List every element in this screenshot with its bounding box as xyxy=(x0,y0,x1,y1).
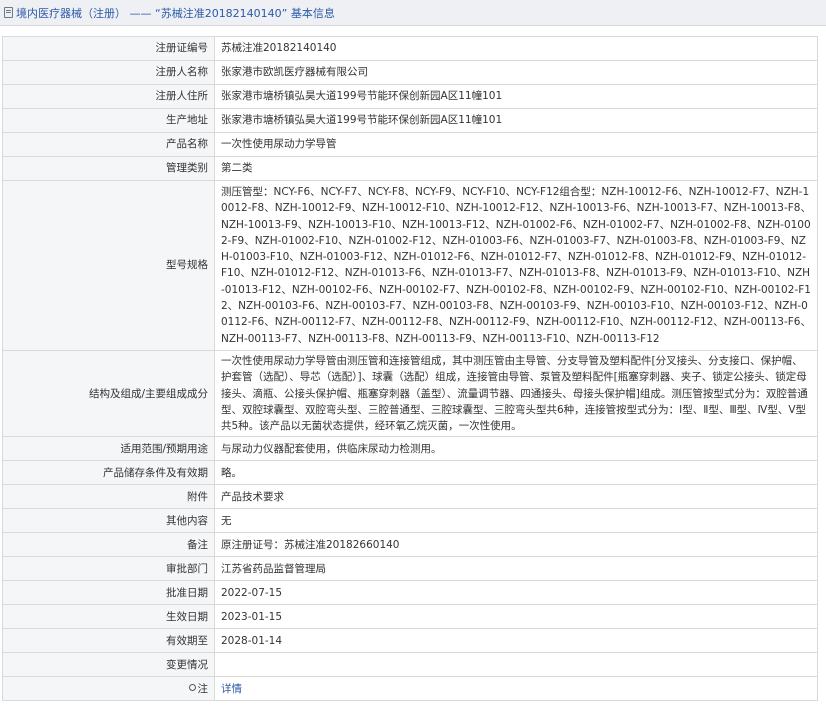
info-table: 注册证编号 苏械注准20182140140 注册人名称 张家港市欧凯医疗器械有限… xyxy=(2,36,818,702)
row-label: 附件 xyxy=(2,484,215,510)
row-label: 生产地址 xyxy=(2,108,215,133)
footer-row: 注 详情 xyxy=(2,676,818,702)
row-value: 产品技术要求 xyxy=(214,484,818,510)
table-row: 结构及组成/主要组成成分 一次性使用尿动力学导管由测压管和连接管组成，其中测压管… xyxy=(2,349,818,438)
table-row: 审批部门 江苏省药品监督管理局 xyxy=(2,556,818,582)
table-row: 注册人住所 张家港市塘桥镇弘昊大道199号节能环保创新园A区11幢101 xyxy=(2,84,818,109)
row-label: 注册人住所 xyxy=(2,84,215,109)
table-row: 注册证编号 苏械注准20182140140 xyxy=(2,36,818,61)
row-value: 2028-01-14 xyxy=(214,628,818,654)
row-label: 其他内容 xyxy=(2,508,215,534)
row-label: 批准日期 xyxy=(2,580,215,606)
table-row: 生效日期 2023-01-15 xyxy=(2,604,818,630)
table-row: 备注 原注册证号：苏械注准20182660140 xyxy=(2,532,818,558)
note-label: 注 xyxy=(197,682,209,695)
page-title: 境内医疗器械（注册） —— “苏械注准20182140140” 基本信息 xyxy=(16,6,335,20)
row-label: 产品名称 xyxy=(2,132,215,157)
row-value: 张家港市塘桥镇弘昊大道199号节能环保创新园A区11幢101 xyxy=(214,84,818,109)
table-row: 批准日期 2022-07-15 xyxy=(2,580,818,606)
table-row: 有效期至 2028-01-14 xyxy=(2,628,818,654)
table-row: 型号规格 测压管型：NCY-F6、NCY-F7、NCY-F8、NCY-F9、NC… xyxy=(2,180,818,351)
row-value: 2023-01-15 xyxy=(214,604,818,630)
row-value: 苏械注准20182140140 xyxy=(214,36,818,61)
table-row: 管理类别 第二类 xyxy=(2,156,818,181)
row-label: 适用范围/预期用途 xyxy=(2,436,215,462)
row-value: 第二类 xyxy=(214,156,818,181)
row-value xyxy=(214,652,818,678)
row-label: 管理类别 xyxy=(2,156,215,181)
row-label: 生效日期 xyxy=(2,604,215,630)
row-value: 详情 xyxy=(214,676,818,702)
table-row: 生产地址 张家港市塘桥镇弘昊大道199号节能环保创新园A区11幢101 xyxy=(2,108,818,133)
row-label: 变更情况 xyxy=(2,652,215,678)
row-value: 一次性使用尿动力学导管由测压管和连接管组成，其中测压管由主导管、分支导管及塑料配… xyxy=(214,349,818,438)
table-row: 附件 产品技术要求 xyxy=(2,484,818,510)
table-row: 产品名称 一次性使用尿动力学导管 xyxy=(2,132,818,157)
details-link[interactable]: 详情 xyxy=(221,683,242,695)
table-row: 注册人名称 张家港市欧凯医疗器械有限公司 xyxy=(2,60,818,85)
row-label: 备注 xyxy=(2,532,215,558)
row-label: 注册证编号 xyxy=(2,36,215,61)
row-value: 略。 xyxy=(214,460,818,486)
row-value: 江苏省药品监督管理局 xyxy=(214,556,818,582)
document-icon xyxy=(4,7,13,18)
row-value: 测压管型：NCY-F6、NCY-F7、NCY-F8、NCY-F9、NCY-F10… xyxy=(214,180,818,351)
row-value: 张家港市欧凯医疗器械有限公司 xyxy=(214,60,818,85)
row-value: 与尿动力仪器配套使用，供临床尿动力检测用。 xyxy=(214,436,818,462)
row-value: 张家港市塘桥镇弘昊大道199号节能环保创新园A区11幢101 xyxy=(214,108,818,133)
row-value: 2022-07-15 xyxy=(214,580,818,606)
row-label: 型号规格 xyxy=(2,180,215,351)
row-label: 有效期至 xyxy=(2,628,215,654)
table-row: 产品储存条件及有效期 略。 xyxy=(2,460,818,486)
table-row: 适用范围/预期用途 与尿动力仪器配套使用，供临床尿动力检测用。 xyxy=(2,436,818,462)
row-label: 产品储存条件及有效期 xyxy=(2,460,215,486)
row-value: 无 xyxy=(214,508,818,534)
row-value: 原注册证号：苏械注准20182660140 xyxy=(214,532,818,558)
row-label: 结构及组成/主要组成成分 xyxy=(2,349,215,438)
table-row: 变更情况 xyxy=(2,652,818,678)
table-row: 其他内容 无 xyxy=(2,508,818,534)
row-label: 注 xyxy=(2,676,215,702)
row-label: 审批部门 xyxy=(2,556,215,582)
pin-icon xyxy=(188,683,196,691)
row-label: 注册人名称 xyxy=(2,60,215,85)
row-value: 一次性使用尿动力学导管 xyxy=(214,132,818,157)
page-header: 境内医疗器械（注册） —— “苏械注准20182140140” 基本信息 xyxy=(0,0,826,26)
